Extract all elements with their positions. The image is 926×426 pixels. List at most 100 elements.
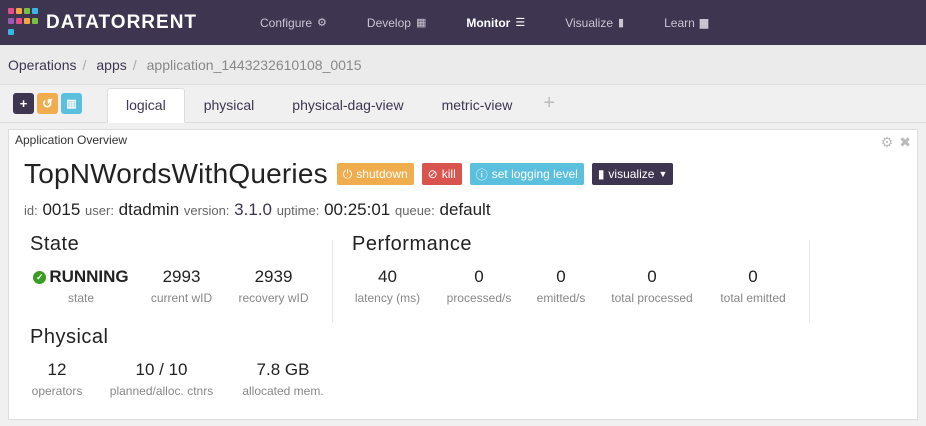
user-label: user: [85, 203, 114, 218]
nav-configure-label: Configure [260, 15, 313, 30]
state-label: state [67, 291, 94, 305]
breadcrumb-apps[interactable]: apps [96, 57, 126, 73]
total-emitted-stat: 0 total emitted [709, 267, 797, 305]
breadcrumb-current: application_1443232610108_0015 [146, 56, 362, 73]
add-tab-button[interactable]: + [531, 88, 567, 122]
containers-label: planned/alloc. ctnrs [109, 384, 214, 398]
queue-value: default [439, 200, 491, 219]
list-icon: ☰ [515, 17, 526, 29]
current-wid-label: current wID [150, 291, 213, 305]
kill-button[interactable]: ⊘ kill [421, 163, 462, 185]
visualize-label: visualize [608, 167, 655, 181]
panel-title: Application Overview [15, 133, 128, 147]
physical-title: Physical [30, 326, 109, 348]
bar-chart-icon: ▮ [597, 167, 605, 181]
tabs-bar: + ↺ ▥ logical physical physical-dag-view… [0, 85, 926, 123]
nav-develop-label: Develop [366, 15, 411, 30]
recovery-wid-value: 2939 [254, 267, 293, 286]
state-value: RUNNING [49, 267, 129, 286]
nav-visualize-label: Visualize [565, 15, 614, 30]
latency-stat: 40 latency (ms) [345, 267, 430, 305]
total-emitted-value: 0 [748, 267, 758, 286]
close-icon[interactable]: ✖ [899, 134, 911, 151]
set-logging-level-button[interactable]: ⓘ set logging level [469, 163, 584, 185]
visualize-button[interactable]: ▮ visualize ▼ [591, 163, 674, 185]
divider [809, 240, 810, 322]
id-value: 0015 [42, 200, 81, 219]
version-value[interactable]: 3.1.0 [234, 200, 272, 219]
kill-label: kill [441, 167, 456, 181]
check-circle-icon: ✓ [33, 270, 47, 284]
logging-label: set logging level [491, 167, 578, 181]
book-icon: ▆ [699, 17, 709, 29]
gear-icon: ⚙ [317, 17, 327, 29]
grid-icon: ▦ [415, 17, 427, 29]
breadcrumb: Operations / apps / application_14432326… [0, 45, 926, 85]
nav-learn[interactable]: Learn ▆ [644, 0, 728, 45]
performance-title: Performance [352, 233, 472, 255]
nav-learn-label: Learn [664, 15, 695, 30]
ban-icon: ⊘ [427, 167, 438, 181]
emitted-label: emitted/s [536, 291, 586, 305]
shutdown-label: shutdown [356, 167, 408, 181]
top-navbar: DataTorrent Configure ⚙ Develop ▦ Monito… [0, 0, 926, 45]
tab-metric-view[interactable]: metric-view [423, 88, 532, 122]
app-name: TopNWordsWithQueries [24, 158, 328, 189]
divider [332, 240, 333, 322]
latency-label: latency (ms) [354, 291, 421, 305]
app-meta: id: 0015 user: dtadmin version: 3.1.0 up… [24, 200, 491, 220]
caret-down-icon: ▼ [658, 169, 668, 179]
queue-label: queue: [395, 203, 435, 218]
memory-label: allocated mem. [242, 384, 324, 398]
operators-label: operators [31, 384, 83, 398]
tab-physical-dag-view[interactable]: physical-dag-view [273, 88, 422, 122]
operators-stat: 12 operators [21, 360, 93, 398]
nav-visualize[interactable]: Visualize ▮ [545, 0, 644, 45]
emitted-value: 0 [556, 267, 566, 286]
brand-name: DataTorrent [46, 11, 198, 33]
total-processed-value: 0 [647, 267, 657, 286]
emitted-stat: 0 emitted/s [521, 267, 601, 305]
recovery-wid-stat: 2939 recovery wID [231, 267, 316, 305]
containers-stat: 10 / 10 planned/alloc. ctnrs [99, 360, 224, 398]
total-processed-stat: 0 total processed [597, 267, 707, 305]
latency-value: 40 [378, 267, 397, 286]
delete-button[interactable]: ▥ [61, 93, 82, 114]
info-icon: ⓘ [475, 167, 488, 182]
uptime-label: uptime: [276, 203, 320, 218]
gear-icon[interactable]: ⚙ [881, 134, 894, 151]
current-wid-value: 2993 [162, 267, 201, 286]
state-title: State [30, 233, 80, 255]
containers-value: 10 / 10 [135, 360, 188, 379]
total-emitted-label: total emitted [720, 291, 786, 305]
processed-label: processed/s [446, 291, 512, 305]
current-wid-stat: 2993 current wID [139, 267, 224, 305]
nav-develop[interactable]: Develop ▦ [347, 0, 446, 45]
recovery-wid-label: recovery wID [238, 291, 309, 305]
version-label: version: [183, 203, 230, 218]
tab-physical[interactable]: physical [185, 88, 274, 122]
total-processed-label: total processed [611, 291, 693, 305]
user-value: dtadmin [118, 200, 180, 219]
nav-monitor-label: Monitor [466, 15, 511, 30]
tab-logical[interactable]: logical [107, 88, 185, 123]
brand[interactable]: DataTorrent [0, 7, 240, 38]
application-overview-panel: Application Overview ⚙ ✖ TopNWordsWithQu… [8, 129, 918, 420]
add-widget-button[interactable]: + [13, 93, 34, 114]
breadcrumb-operations[interactable]: Operations [8, 57, 76, 73]
operators-value: 12 [47, 360, 67, 379]
reset-button[interactable]: ↺ [37, 93, 58, 114]
datatorrent-logo-icon [8, 7, 38, 38]
power-icon: ⏻ [342, 166, 353, 181]
shutdown-button[interactable]: ⏻ shutdown [336, 163, 414, 185]
id-label: id: [24, 203, 38, 218]
bar-chart-icon: ▮ [618, 17, 625, 29]
processed-stat: 0 processed/s [435, 267, 523, 305]
memory-stat: 7.8 GB allocated mem. [233, 360, 333, 398]
nav-monitor[interactable]: Monitor ☰ [446, 0, 545, 45]
breadcrumb-separator: / [132, 56, 137, 73]
nav-configure[interactable]: Configure ⚙ [240, 0, 347, 45]
breadcrumb-separator: / [82, 56, 87, 73]
state-stat: ✓ RUNNING state [27, 267, 135, 305]
uptime-value: 00:25:01 [324, 200, 391, 219]
